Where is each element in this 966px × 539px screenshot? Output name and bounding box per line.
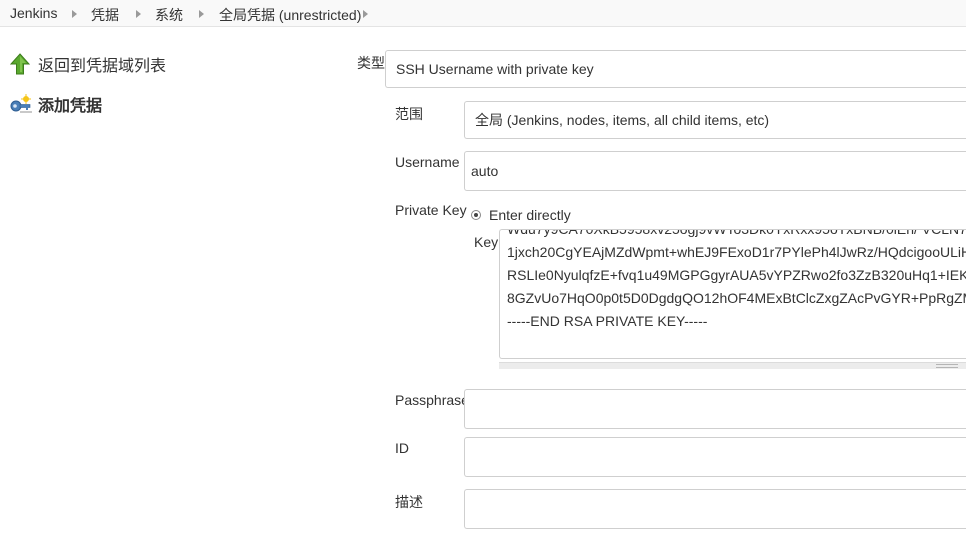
breadcrumb-system[interactable]: 系统 <box>155 5 183 25</box>
add-credentials-label[interactable]: 添加凭据 <box>38 92 102 116</box>
username-label: Username <box>395 154 460 170</box>
breadcrumb-separator-icon[interactable] <box>136 10 141 18</box>
scope-label: 范围 <box>395 106 423 122</box>
private-key-textarea[interactable]: Wdu7y9CA70XkB5958xv25ogj9vWTo3Dk0YxRxx95… <box>499 229 966 359</box>
key-line: Wdu7y9CA70XkB5958xv25ogj9vWTo3Dk0YxRxx95… <box>507 229 966 237</box>
id-input[interactable] <box>464 437 966 477</box>
scope-selected-value: 全局 (Jenkins, nodes, items, all child ite… <box>475 112 770 128</box>
key-line: 8GZvUo7HqO0p0t5D0DgdgQO12hOF4MExBtClcZxg… <box>507 290 966 306</box>
private-key-content: Wdu7y9CA70XkB5958xv25ogj9vWTo3Dk0YxRxx95… <box>507 229 966 333</box>
kind-select[interactable]: SSH Username with private key <box>385 50 966 88</box>
breadcrumb-credentials[interactable]: 凭据 <box>91 5 119 25</box>
green-up-arrow-icon <box>9 53 31 75</box>
scope-select[interactable]: 全局 (Jenkins, nodes, items, all child ite… <box>464 101 966 139</box>
breadcrumb: Jenkins 凭据 系统 全局凭据 (unrestricted) <box>0 0 966 27</box>
id-label: ID <box>395 440 409 456</box>
enter-directly-radio[interactable] <box>471 210 481 220</box>
resize-grip-icon[interactable] <box>936 364 958 368</box>
breadcrumb-jenkins[interactable]: Jenkins <box>10 5 57 21</box>
back-to-domains-link[interactable]: 返回到凭据域列表 <box>9 52 166 76</box>
kind-label: 类型 <box>357 55 385 71</box>
username-input[interactable] <box>464 151 966 191</box>
passphrase-label: Passphrase <box>395 392 469 408</box>
add-credentials-link[interactable]: 添加凭据 <box>10 92 102 116</box>
breadcrumb-separator-icon[interactable] <box>72 10 77 18</box>
enter-directly-option[interactable]: Enter directly <box>471 207 571 223</box>
kind-selected-value: SSH Username with private key <box>396 61 594 77</box>
back-to-domains-label[interactable]: 返回到凭据域列表 <box>38 52 166 76</box>
textarea-resize-bar[interactable] <box>499 362 966 369</box>
enter-directly-label[interactable]: Enter directly <box>489 207 571 223</box>
key-line: 1jxch20CgYEAjMZdWpmt+whEJ9FExoD1r7PYlePh… <box>507 244 966 260</box>
description-input[interactable] <box>464 489 966 529</box>
breadcrumb-separator-icon[interactable] <box>199 10 204 18</box>
breadcrumb-separator-icon[interactable] <box>363 10 368 18</box>
key-line: -----END RSA PRIVATE KEY----- <box>507 313 708 329</box>
key-label: Key <box>474 234 499 250</box>
private-key-label: Private Key <box>395 202 467 218</box>
key-icon <box>10 93 32 115</box>
key-line: RSLIe0NyulqfzE+fvq1u49MGPGgyrAUA5vYPZRwo… <box>507 267 966 283</box>
description-label: 描述 <box>395 494 423 510</box>
passphrase-input[interactable] <box>464 389 966 429</box>
breadcrumb-global-credentials[interactable]: 全局凭据 (unrestricted) <box>219 5 361 25</box>
